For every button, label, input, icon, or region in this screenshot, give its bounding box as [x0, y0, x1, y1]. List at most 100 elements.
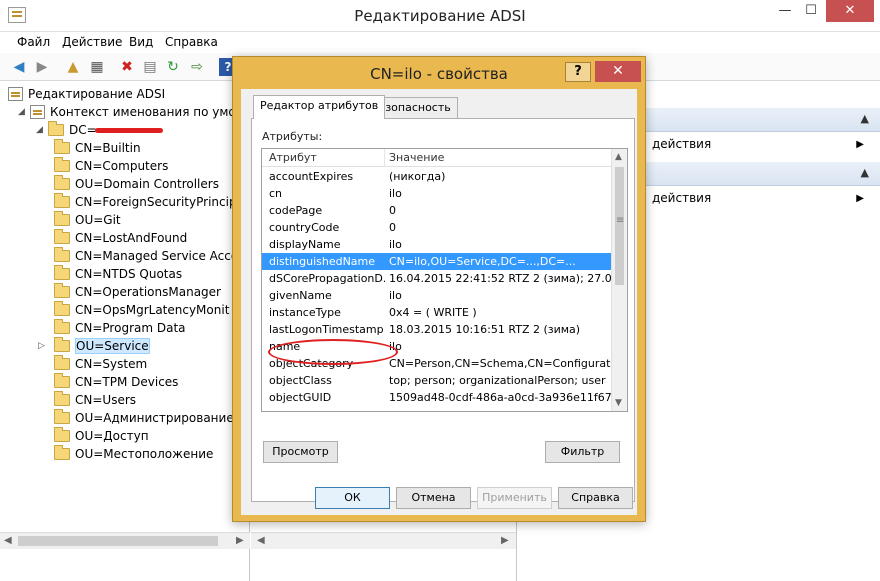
tree-context-label: Контекст именования по умолча [50, 105, 258, 119]
help-button[interactable]: Справка [558, 487, 633, 509]
expand-icon[interactable]: ▷ [38, 341, 50, 351]
tree-item-label: OU=Domain Controllers [75, 177, 219, 191]
attribute-value: ilo [389, 289, 402, 302]
attribute-row[interactable]: distinguishedName CN=ilo,OU=Service,DC=..… [262, 253, 616, 270]
console-tree-icon[interactable]: ▦ [88, 58, 106, 76]
attribute-name: distinguishedName [269, 255, 376, 268]
scroll-left-icon[interactable]: ◀ [4, 535, 12, 546]
cancel-button[interactable]: Отмена [396, 487, 471, 509]
menu-help[interactable]: Справка [165, 35, 218, 49]
tree-item[interactable]: CN=OpsMgrLatencyMonit [54, 301, 229, 319]
tab-attribute-editor[interactable]: Редактор атрибутов [253, 95, 386, 119]
attribute-name: instanceType [269, 306, 341, 319]
folder-icon [54, 391, 70, 406]
tree-item-label: CN=OpsMgrLatencyMonit [75, 303, 230, 317]
scroll-thumb[interactable] [18, 536, 218, 546]
close-button[interactable]: ✕ [826, 0, 874, 22]
list-vertical-scrollbar[interactable]: ▲ ≡ ▼ [611, 149, 627, 411]
maximize-button[interactable]: ☐ [798, 0, 824, 22]
attribute-row[interactable]: countryCode 0 [262, 219, 616, 236]
tree-item[interactable]: CN=Managed Service Acco [54, 247, 238, 265]
tree-item[interactable]: CN=OperationsManager [54, 283, 221, 301]
attribute-row[interactable]: objectCategory CN=Person,CN=Schema,CN=Con… [262, 355, 616, 372]
dialog-close-button[interactable]: ✕ [595, 61, 641, 82]
attribute-row[interactable]: displayName ilo [262, 236, 616, 253]
actions-more-2[interactable]: действия [652, 191, 711, 205]
tree-item[interactable]: CN=ForeignSecurityPrincip [54, 193, 237, 211]
dialog-help-button[interactable]: ? [565, 62, 591, 82]
menu-file[interactable]: Файл [17, 35, 50, 49]
tree-item[interactable]: CN=Users [54, 391, 136, 409]
minimize-button[interactable]: — [772, 0, 798, 22]
forward-arrow-icon[interactable]: ▶ [33, 58, 51, 76]
attribute-value: (никогда) [389, 170, 446, 183]
tree-item-label: CN=ForeignSecurityPrincip [75, 195, 237, 209]
properties-icon[interactable]: ▤ [141, 58, 159, 76]
attribute-name: cn [269, 187, 283, 200]
attribute-row[interactable]: lastLogonTimestamp 18.03.2015 10:16:51 RT… [262, 321, 616, 338]
scroll-right-icon[interactable]: ▶ [236, 535, 244, 546]
attribute-row[interactable]: objectGUID 1509ad48-0cdf-486a-a0cd-3a936e… [262, 389, 616, 406]
attribute-row[interactable]: codePage 0 [262, 202, 616, 219]
apply-button[interactable]: Применить [477, 487, 552, 509]
tree-item[interactable]: OU=Местоположение [54, 445, 213, 463]
tree-item[interactable]: CN=Builtin [54, 139, 141, 157]
tree-item-label: CN=Users [75, 393, 137, 407]
tree-root[interactable]: Редактирование ADSI [8, 85, 165, 103]
scroll-right-icon[interactable]: ▶ [501, 535, 509, 546]
actions-more-1[interactable]: действия [652, 137, 711, 151]
column-separator[interactable] [384, 149, 385, 167]
export-list-icon[interactable]: ⇨ [188, 58, 206, 76]
tree-item[interactable]: CN=System [54, 355, 147, 373]
collapse-icon[interactable]: ◢ [18, 107, 30, 117]
collapse-caret-icon[interactable]: ▲ [861, 112, 869, 125]
tree-item[interactable]: OU=Доступ [54, 427, 149, 445]
attribute-row[interactable]: instanceType 0x4 = ( WRITE ) [262, 304, 616, 321]
attribute-row[interactable]: givenName ilo [262, 287, 616, 304]
tree-item[interactable]: OU=Администрирование [54, 409, 234, 427]
filter-button[interactable]: Фильтр [545, 441, 620, 463]
submenu-arrow-icon[interactable]: ▶ [856, 139, 864, 150]
view-button[interactable]: Просмотр [263, 441, 338, 463]
tree-horizontal-scrollbar[interactable]: ◀ ▶ [0, 532, 250, 549]
attribute-row[interactable]: cn ilo [262, 185, 616, 202]
collapse-icon[interactable]: ◢ [36, 125, 48, 135]
attribute-row[interactable]: accountExpires (никогда) [262, 168, 616, 185]
menu-action[interactable]: Действие [62, 35, 122, 49]
column-attribute[interactable]: Атрибут [269, 151, 317, 164]
tree-naming-context[interactable]: ◢ Контекст именования по умолча [18, 103, 258, 121]
details-horizontal-scrollbar[interactable]: ◀ ▶ [251, 532, 516, 549]
tree-item[interactable]: CN=TPM Devices [54, 373, 178, 391]
scroll-thumb[interactable] [615, 167, 624, 285]
scroll-up-icon[interactable]: ▲ [615, 152, 622, 162]
tree-item[interactable]: CN=NTDS Quotas [54, 265, 182, 283]
tree-item[interactable]: CN=LostAndFound [54, 229, 187, 247]
attribute-value: ilo [389, 238, 402, 251]
menu-view[interactable]: Вид [129, 35, 153, 49]
tree-item[interactable]: CN=Computers [54, 157, 168, 175]
column-value[interactable]: Значение [389, 151, 444, 164]
refresh-icon[interactable]: ↻ [164, 58, 182, 76]
attribute-row[interactable]: name ilo [262, 338, 616, 355]
collapse-caret-icon[interactable]: ▲ [861, 166, 869, 179]
attributes-list[interactable]: Атрибут Значение accountExpires (никогда)… [261, 148, 628, 412]
up-folder-icon[interactable]: ▲ [64, 58, 82, 76]
delete-icon[interactable]: ✖ [118, 58, 136, 76]
tree-item[interactable]: OU=Git [54, 211, 121, 229]
tree-item[interactable]: CN=Program Data [54, 319, 186, 337]
attribute-row[interactable]: dSCorePropagationD... 16.04.2015 22:41:52… [262, 270, 616, 287]
scroll-left-icon[interactable]: ◀ [257, 535, 265, 546]
tree-item[interactable]: ▷ OU=Service [38, 337, 150, 355]
folder-icon [54, 211, 70, 226]
back-arrow-icon[interactable]: ◀ [10, 58, 28, 76]
attribute-name: codePage [269, 204, 323, 217]
scroll-grip-icon: ≡ [616, 215, 625, 226]
attribute-name: objectGUID [269, 391, 332, 404]
tree-dc[interactable]: ◢ DC= [36, 121, 97, 139]
tree-item[interactable]: OU=Domain Controllers [54, 175, 219, 193]
attribute-row[interactable]: objectClass top; person; organizationalPe… [262, 372, 616, 389]
submenu-arrow-icon[interactable]: ▶ [856, 193, 864, 204]
folder-icon [54, 229, 70, 244]
scroll-down-icon[interactable]: ▼ [615, 398, 622, 408]
ok-button[interactable]: ОК [315, 487, 390, 509]
